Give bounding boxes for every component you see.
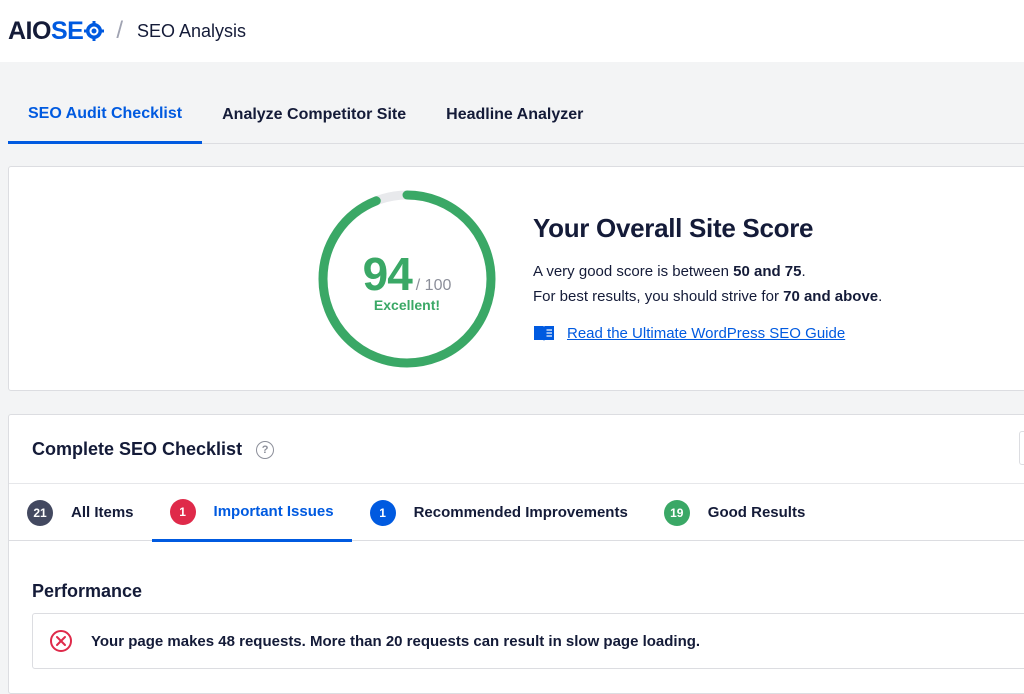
score-value-wrap: 94/ 100	[315, 247, 499, 301]
question-circle-icon[interactable]: ?	[256, 440, 275, 459]
recommended-improvements-count-badge: 1	[369, 499, 396, 526]
tab-recommended-improvements[interactable]: 1 Recommended Improvements	[352, 484, 646, 541]
score-max: / 100	[415, 277, 452, 294]
line2-suffix: .	[878, 288, 883, 305]
tab-seo-audit-checklist[interactable]: SEO Audit Checklist	[8, 86, 203, 144]
tab-label: Good Results	[707, 504, 806, 521]
all-items-count-badge: 21	[27, 499, 53, 526]
score-value: 94	[362, 248, 413, 300]
tab-label: Important Issues	[213, 503, 334, 520]
line1-prefix: A very good score is between	[533, 263, 734, 280]
line2-target: 70 and above	[783, 288, 879, 305]
tab-good-results[interactable]: 19 Good Results	[646, 484, 824, 541]
issue-text: Your page makes 48 requests. More than 2…	[91, 632, 701, 650]
line2-prefix: For best results, you should strive for	[533, 288, 784, 305]
tab-important-issues[interactable]: 1 Important Issues	[151, 484, 352, 542]
gear-icon	[84, 21, 105, 41]
tab-label: Recommended Improvements	[413, 504, 628, 521]
main-tabs: SEO Audit Checklist Analyze Competitor S…	[8, 86, 1024, 144]
book-icon	[534, 326, 554, 341]
top-bar: AIO SE / SEO Analysis	[0, 0, 1024, 62]
seo-guide-link-row: Read the Ultimate WordPress SEO Guide	[533, 324, 845, 342]
score-description-line-1: A very good score is between 50 and 75.	[533, 263, 806, 280]
important-issues-count-badge: 1	[169, 498, 196, 525]
checklist-header: Complete SEO Checklist ?	[32, 439, 275, 460]
page-title: SEO Analysis	[136, 20, 247, 41]
score-description-line-2: For best results, you should strive for …	[533, 288, 882, 305]
seo-guide-link[interactable]: Read the Ultimate WordPress SEO Guide	[567, 325, 845, 342]
seo-checklist-card: Complete SEO Checklist ? 21 All Items 1 …	[8, 414, 1024, 694]
logo-aio-text: AIO	[8, 16, 51, 45]
section-title-performance: Performance	[32, 581, 143, 601]
score-rating: Excellent!	[373, 297, 441, 313]
tab-all-items[interactable]: 21 All Items	[9, 484, 152, 541]
logo-seo-text: SE	[50, 16, 84, 45]
tab-label: All Items	[71, 504, 134, 521]
tab-headline-analyzer[interactable]: Headline Analyzer	[426, 86, 603, 143]
checklist-tabs: 21 All Items 1 Important Issues 1 Recomm…	[9, 483, 1024, 542]
checklist-action-button[interactable]	[1019, 431, 1024, 465]
score-title: Your Overall Site Score	[533, 213, 814, 243]
breadcrumb-separator: /	[116, 17, 123, 44]
tab-analyze-competitor-site[interactable]: Analyze Competitor Site	[202, 86, 426, 143]
error-x-circle-icon	[50, 630, 72, 652]
checklist-title: Complete SEO Checklist	[32, 439, 243, 459]
issue-row[interactable]: Your page makes 48 requests. More than 2…	[32, 613, 1024, 669]
line1-suffix: .	[801, 263, 806, 280]
aioseo-logo[interactable]: AIO SE	[8, 16, 105, 46]
line1-range: 50 and 75	[733, 263, 802, 280]
site-score-card: 94/ 100 Excellent! Your Overall Site Sco…	[8, 166, 1024, 391]
good-results-count-badge: 19	[663, 499, 690, 526]
